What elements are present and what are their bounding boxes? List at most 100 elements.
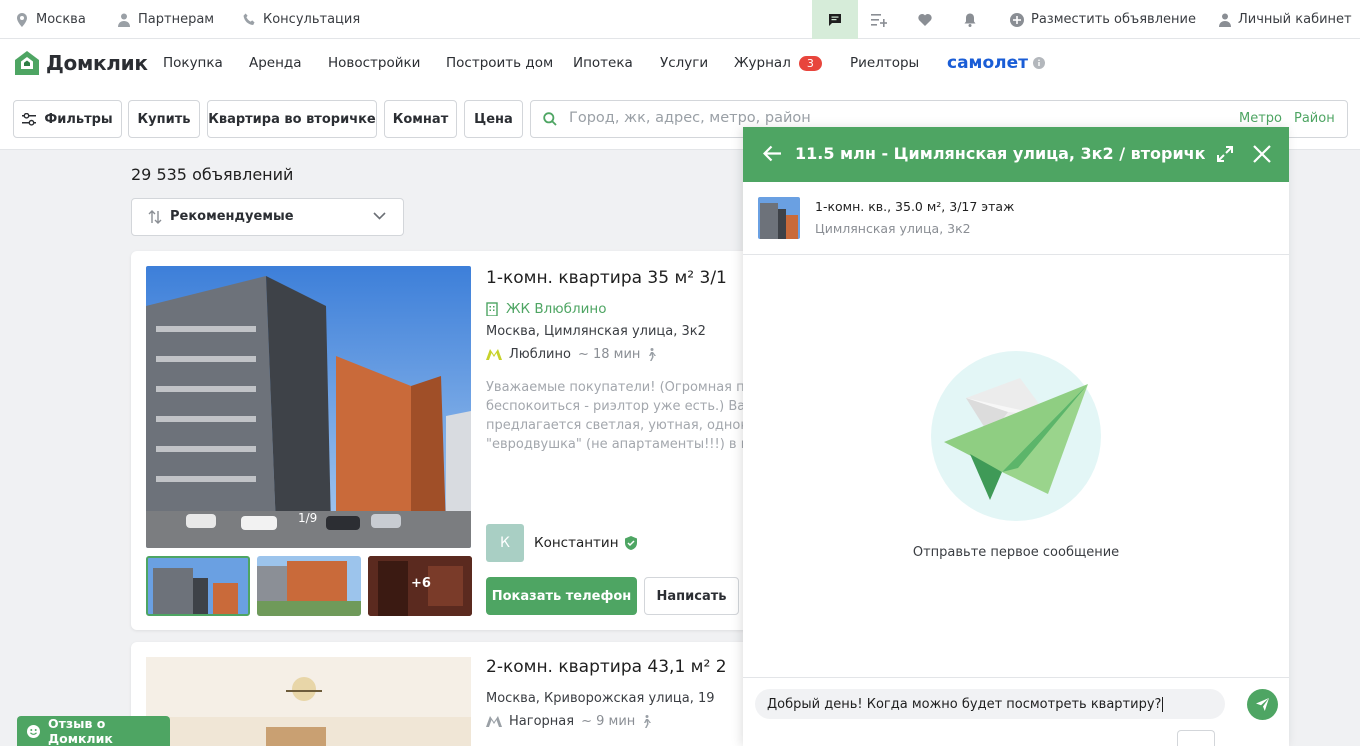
nav-rent[interactable]: Аренда — [249, 39, 302, 87]
deal-type-button[interactable]: Купить — [128, 100, 200, 138]
main-photo[interactable]: 1/9 — [146, 266, 471, 548]
building-icon — [486, 302, 498, 316]
location-pin-icon — [15, 12, 29, 27]
more-photos-count: +6 — [411, 576, 431, 591]
cabinet-link[interactable]: Личный кабинет — [1219, 0, 1352, 39]
complex-name: ЖК Влюблино — [506, 301, 607, 317]
avatar: К — [486, 524, 524, 562]
logo[interactable]: Домклик — [14, 39, 148, 87]
property-type-button[interactable]: Квартира во вторичке — [207, 100, 377, 138]
text-cursor — [1162, 696, 1164, 712]
journal-badge: 3 — [798, 55, 822, 71]
search-icon — [543, 112, 557, 126]
compare-list-icon — [871, 13, 887, 27]
description-line: беспокоиться - риэлтор уже есть.) Ваш — [486, 399, 743, 414]
thumbnail[interactable] — [257, 556, 361, 616]
write-button[interactable]: Написать — [644, 577, 739, 615]
post-ad-label: Разместить объявление — [1031, 12, 1196, 27]
metro-info: Люблино ~ 18 мин — [486, 347, 657, 362]
back-arrow-icon[interactable] — [763, 145, 782, 162]
empty-chat-text: Отправьте первое сообщение — [912, 545, 1120, 560]
nav-mortgage[interactable]: Ипотека — [573, 39, 633, 87]
metro-info: Нагорная ~ 9 мин — [486, 714, 652, 729]
partners-link[interactable]: Партнерам — [117, 0, 214, 39]
chat-panel: 11.5 млн - Цимлянская улица, 3к2 / втори… — [743, 127, 1289, 746]
sort-select[interactable]: Рекомендуемые — [131, 198, 404, 236]
metro-icon — [486, 349, 502, 360]
cabinet-label: Личный кабинет — [1238, 12, 1352, 27]
favorites-button[interactable] — [918, 0, 932, 39]
chevron-down-icon — [373, 212, 386, 220]
consultation-link[interactable]: Консультация — [242, 0, 360, 39]
feedback-button[interactable]: Отзыв о Домклик — [17, 716, 170, 746]
smile-icon — [27, 724, 40, 738]
listing-title[interactable]: 1-комн. квартира 35 м² 3/1 — [486, 268, 727, 288]
nav-realtors[interactable]: Риелторы — [850, 39, 919, 87]
divider — [743, 677, 1289, 678]
expand-icon[interactable] — [1217, 146, 1233, 162]
chat-icon — [828, 13, 842, 27]
chat-header: 11.5 млн - Цимлянская улица, 3к2 / втори… — [743, 127, 1289, 182]
heart-icon — [918, 13, 932, 26]
info-icon — [1032, 57, 1045, 69]
nav-journal[interactable]: Журнал 3 — [734, 39, 822, 87]
send-icon — [1255, 697, 1270, 712]
thumbnail[interactable] — [146, 556, 250, 616]
agent-info: Константин — [534, 535, 637, 551]
walk-icon — [647, 348, 657, 361]
domclick-logo-icon — [14, 50, 40, 76]
ad-thumbnail — [758, 197, 800, 239]
nav-build-house[interactable]: Построить дом — [446, 39, 553, 87]
description-line: Уважаемые покупатели! (Огромная пр — [486, 380, 743, 395]
chat-ad-summary[interactable]: 1-комн. кв., 35.0 м², 3/17 этаж Цимлянск… — [743, 182, 1289, 255]
partners-label: Партнерам — [138, 12, 215, 27]
nav-journal-label: Журнал — [734, 55, 791, 71]
send-button[interactable] — [1247, 689, 1278, 720]
ad-title: 1-комн. кв., 35.0 м², 3/17 этаж — [815, 199, 1015, 214]
metro-station: Нагорная — [509, 714, 575, 729]
metro-station: Люблино — [509, 347, 571, 362]
description-line: "евродвушка" (не апартаменты!!!) в но — [486, 437, 743, 452]
city-label: Москва — [36, 12, 86, 27]
city-selector[interactable]: Москва — [15, 0, 86, 39]
thumbnail-more[interactable]: +6 — [368, 556, 472, 616]
walk-icon — [642, 715, 652, 728]
filters-button[interactable]: Фильтры — [13, 100, 122, 138]
close-icon[interactable] — [1253, 145, 1271, 163]
main-nav: Домклик Покупка Аренда Новостройки Постр… — [0, 39, 1360, 87]
agent-name: Константин — [534, 535, 619, 551]
nav-new-buildings[interactable]: Новостройки — [328, 39, 420, 87]
message-input-value: Добрый день! Когда можно будет посмотрет… — [767, 696, 1162, 712]
listing-title[interactable]: 2-комн. квартира 43,1 м² 2 — [486, 657, 727, 677]
walk-time: ~ 9 мин — [581, 714, 636, 729]
top-bar: Москва Партнерам Консультация Разместить… — [0, 0, 1360, 39]
listing-address: Москва, Цимлянская улица, 3к2 — [486, 324, 706, 339]
scroll-up-button[interactable] — [1177, 730, 1215, 746]
metro-link[interactable]: Метро — [1239, 111, 1282, 126]
metro-icon — [486, 716, 502, 727]
price-button[interactable]: Цена — [464, 100, 523, 138]
ad-address: Цимлянская улица, 3к2 — [815, 221, 971, 236]
chat-title: 11.5 млн - Цимлянская улица, 3к2 / втори… — [795, 144, 1205, 163]
post-ad-link[interactable]: Разместить объявление — [1010, 0, 1196, 39]
compare-button[interactable] — [871, 0, 887, 39]
photo-counter: 1/9 — [298, 511, 318, 525]
district-link[interactable]: Район — [1294, 111, 1335, 126]
listing-card[interactable]: 2-комн. квартира 43,1 м² 2 Москва, Криво… — [131, 642, 751, 746]
listing-card[interactable]: 1/9 +6 1-комн. квартира 35 м² 3/1 ЖК Влю… — [131, 251, 751, 630]
main-photo[interactable] — [146, 657, 471, 746]
rooms-button[interactable]: Комнат — [384, 100, 457, 138]
verified-shield-icon — [624, 536, 637, 550]
sort-label: Рекомендуемые — [170, 209, 294, 224]
samolet-link[interactable]: самолет — [947, 39, 1045, 87]
logo-text: Домклик — [46, 51, 148, 75]
filters-label: Фильтры — [44, 111, 113, 127]
show-phone-button[interactable]: Показать телефон — [486, 577, 637, 615]
consultation-label: Консультация — [263, 12, 361, 27]
message-input[interactable]: Добрый день! Когда можно будет посмотрет… — [755, 689, 1225, 719]
complex-link[interactable]: ЖК Влюблино — [486, 301, 607, 317]
messages-tab[interactable] — [812, 0, 858, 39]
nav-services[interactable]: Услуги — [660, 39, 708, 87]
notifications-button[interactable] — [964, 0, 976, 39]
nav-buy[interactable]: Покупка — [163, 39, 223, 87]
